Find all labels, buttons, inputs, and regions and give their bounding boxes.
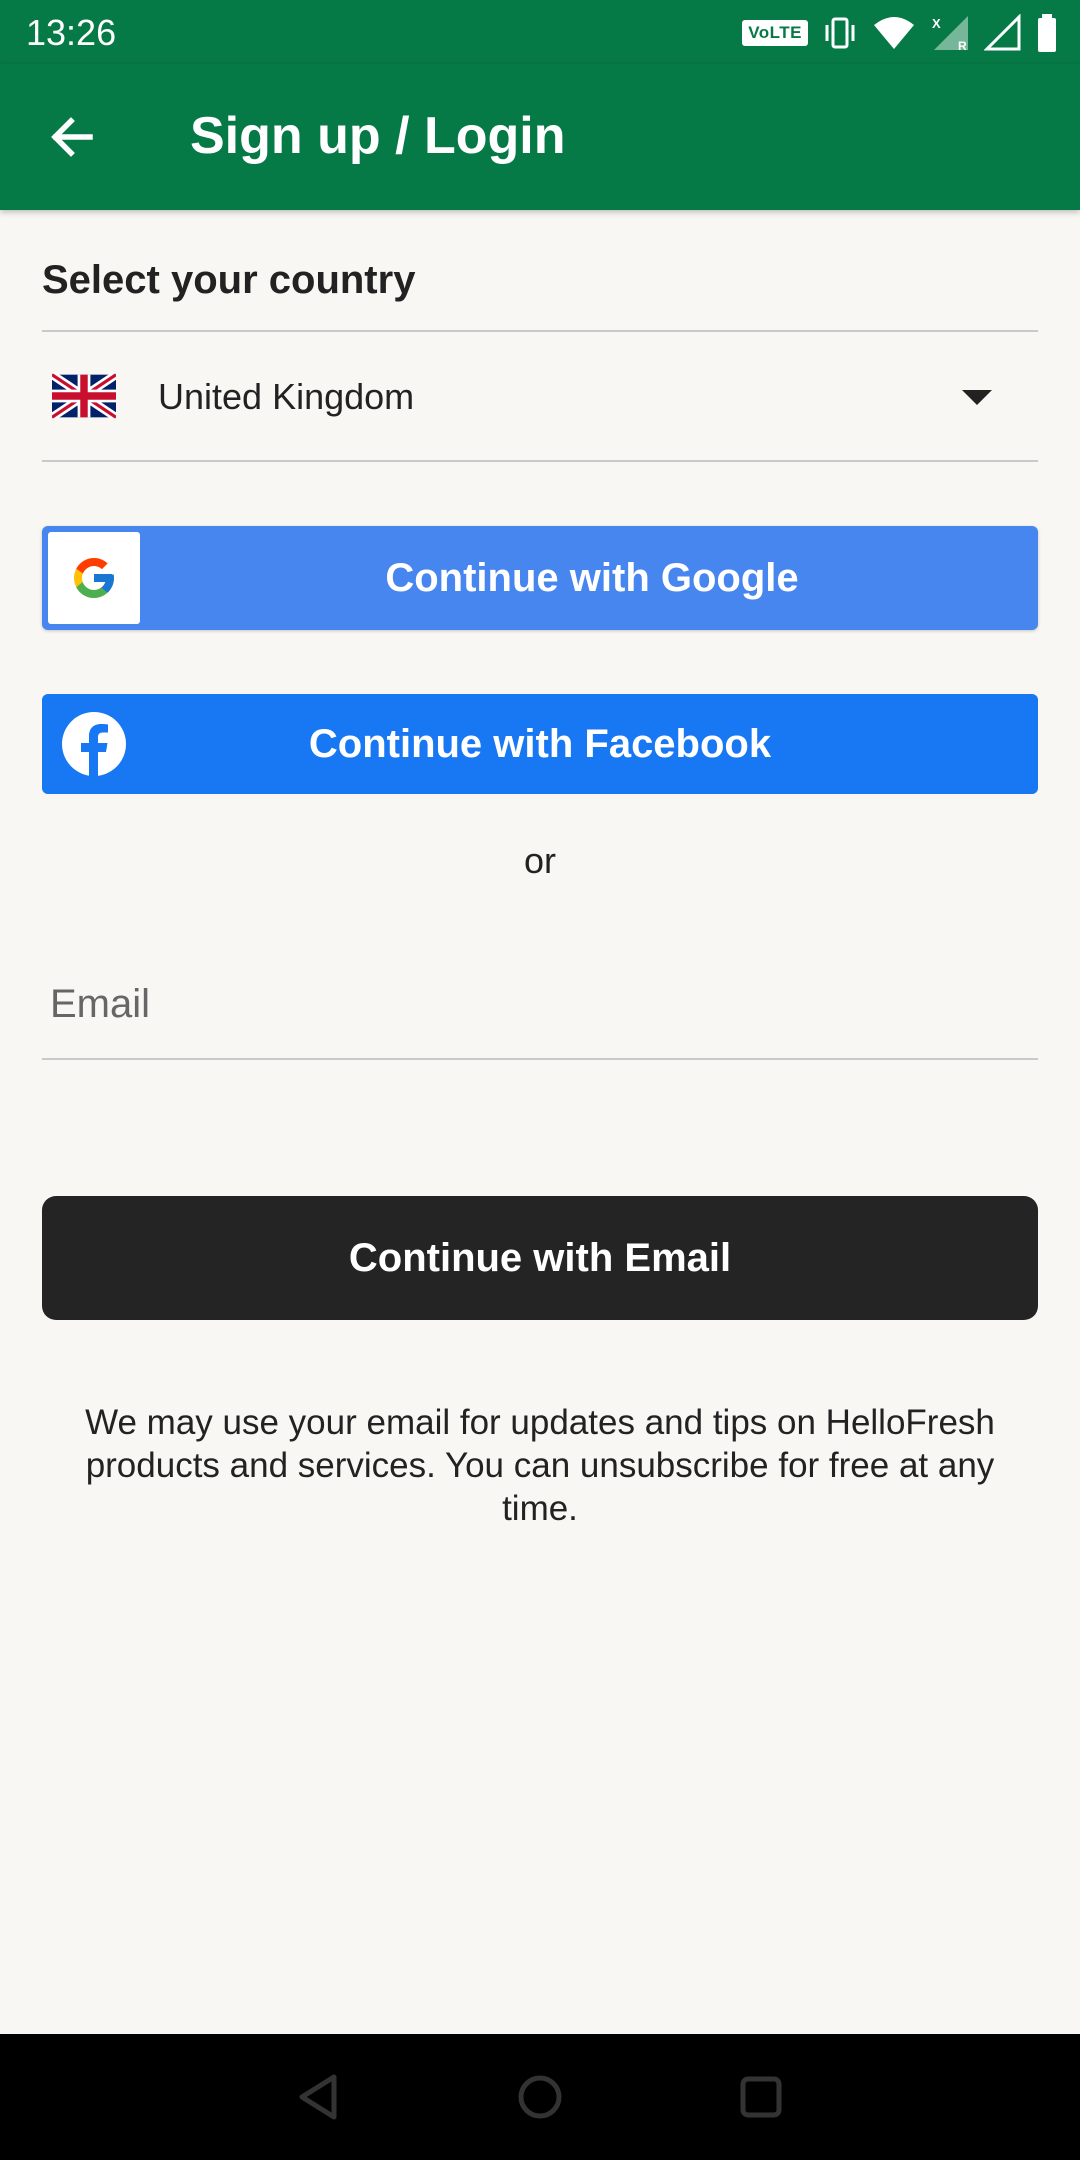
country-section-label: Select your country: [42, 258, 416, 302]
continue-with-email-button[interactable]: Continue with Email: [42, 1196, 1038, 1320]
google-icon: [74, 558, 114, 598]
continue-with-google-button[interactable]: Continue with Google: [42, 526, 1038, 630]
selected-country: United Kingdom: [158, 376, 415, 417]
status-time: 13:26: [26, 12, 117, 53]
page-title: Sign up / Login: [190, 107, 566, 165]
email-button-label: Continue with Email: [348, 1235, 732, 1280]
or-separator: or: [523, 840, 556, 881]
home-circle-icon[interactable]: [507, 2064, 573, 2130]
email-field[interactable]: Email: [42, 968, 1038, 1060]
chevron-down-icon: [962, 390, 992, 405]
signal-roaming-icon: X R: [932, 16, 968, 52]
facebook-button-label: Continue with Facebook: [308, 721, 772, 766]
status-bar: 13:26 VoLTE X R: [0, 0, 1080, 64]
battery-icon: [1038, 14, 1056, 52]
email-placeholder: Email: [50, 982, 151, 1026]
back-triangle-icon[interactable]: [286, 2064, 352, 2130]
system-nav-bar: [0, 2034, 1080, 2160]
disclaimer-text: We may use your email for updates and ti…: [85, 1403, 995, 1528]
country-dropdown[interactable]: United Kingdom: [42, 332, 1038, 460]
volte-badge: VoLTE: [742, 20, 808, 46]
signal-icon: [984, 14, 1021, 51]
app-bar: Sign up / Login: [0, 64, 1080, 210]
vibrate-icon: [825, 17, 855, 49]
svg-text:X: X: [932, 16, 941, 31]
wifi-icon: [874, 17, 914, 49]
divider-bottom: [42, 460, 1038, 462]
google-button-label: Continue with Google: [385, 555, 799, 600]
svg-text:R: R: [958, 39, 967, 52]
uk-flag-icon: [52, 372, 116, 420]
status-icons: VoLTE X R: [742, 14, 1058, 52]
google-icon-container: [48, 532, 140, 624]
continue-with-facebook-button[interactable]: Continue with Facebook: [42, 694, 1038, 794]
recents-square-icon[interactable]: [728, 2064, 794, 2130]
arrow-left-icon[interactable]: [44, 108, 102, 166]
